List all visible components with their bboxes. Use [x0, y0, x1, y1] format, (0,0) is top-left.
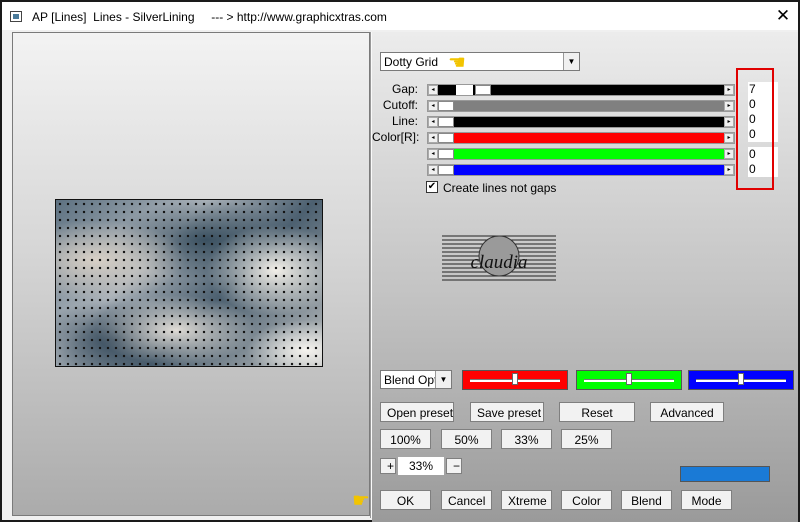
slider-fill [473, 85, 724, 95]
arrow-right-icon[interactable]: ▸ [724, 117, 734, 127]
title-bar[interactable]: AP [Lines] Lines - SilverLining --- > ht… [2, 2, 798, 30]
slider-thumb[interactable] [438, 165, 454, 175]
slider-thumb[interactable] [475, 85, 491, 95]
slider-track[interactable]: ◂ ▸ [427, 148, 735, 160]
mode-button[interactable]: Mode [681, 490, 732, 510]
slider-track[interactable]: ◂ ▸ [427, 132, 735, 144]
zoom-33-button[interactable]: 33% [501, 429, 552, 449]
color-mini-slider[interactable] [576, 370, 682, 390]
slider-thumb[interactable] [438, 149, 454, 159]
pointing-hand-icon: ☛ [352, 490, 370, 512]
slider-thumb[interactable] [512, 373, 518, 385]
dialog-window: AP [Lines] Lines - SilverLining --- > ht… [0, 0, 800, 522]
slider-fill [454, 101, 724, 111]
slider-fill [454, 117, 724, 127]
arrow-left-icon[interactable]: ◂ [428, 117, 438, 127]
window-title: AP [Lines] Lines - SilverLining --- > ht… [32, 10, 387, 24]
ok-button[interactable]: OK [380, 490, 431, 510]
pointing-hand-icon: ☚ [448, 52, 466, 74]
arrow-left-icon[interactable]: ◂ [428, 85, 438, 95]
app-icon [10, 11, 22, 22]
zoom-25-button[interactable]: 25% [561, 429, 612, 449]
slider-fill [454, 149, 724, 159]
open-preset-button[interactable]: Open preset [380, 402, 454, 422]
arrow-right-icon[interactable]: ▸ [724, 85, 734, 95]
controls-panel: Dotty Grid ▼ ☚ Gap: ◂ ▸ 7 Cutoff: ◂ ▸ 0 Line: ◂ ▸ 0… [352, 32, 798, 522]
slider-thumb[interactable] [438, 101, 454, 111]
arrow-left-icon[interactable]: ◂ [428, 149, 438, 159]
zoom-in-button[interactable]: + [380, 458, 396, 474]
zoom-field[interactable]: 33% [398, 457, 444, 475]
slider-label: Gap: [391, 82, 418, 96]
create-lines-label: Create lines not gaps [443, 181, 557, 195]
slider-thumb[interactable] [738, 373, 744, 385]
zoom-50-button[interactable]: 50% [441, 429, 492, 449]
arrow-right-icon[interactable]: ▸ [724, 133, 734, 143]
color-mini-slider[interactable] [462, 370, 568, 390]
blend-select[interactable]: Blend Opti ▼ [380, 370, 452, 389]
arrow-left-icon[interactable]: ◂ [428, 165, 438, 175]
claudia-logo: claudia [442, 235, 556, 281]
close-button[interactable]: ✕ [772, 6, 794, 26]
slider-label: Cutoff: [382, 98, 418, 112]
arrow-right-icon[interactable]: ▸ [724, 165, 734, 175]
logo-text: claudia [471, 252, 528, 273]
preview-image [55, 199, 323, 367]
slider-track[interactable]: ◂ ▸ [427, 84, 735, 96]
arrow-right-icon[interactable]: ▸ [724, 101, 734, 111]
color-swatch[interactable] [680, 466, 770, 482]
slider-label: Color[R]: [372, 130, 420, 144]
value-highlight-frame [736, 68, 774, 190]
blend-button[interactable]: Blend [621, 490, 672, 510]
mode-select-value: Dotty Grid [384, 55, 439, 69]
slider-fill [438, 85, 456, 95]
mode-select[interactable]: Dotty Grid ▼ [380, 52, 580, 71]
blend-select-value: Blend Opti [384, 373, 436, 387]
slider-label: Line: [391, 114, 418, 128]
slider-thumb[interactable] [438, 117, 454, 127]
cancel-button[interactable]: Cancel [441, 490, 492, 510]
create-lines-checkbox[interactable]: ✔ [426, 181, 438, 193]
chevron-down-icon[interactable]: ▼ [435, 371, 451, 388]
arrow-left-icon[interactable]: ◂ [428, 133, 438, 143]
slider-fill [454, 165, 724, 175]
color-mini-slider[interactable] [688, 370, 794, 390]
save-preset-button[interactable]: Save preset [470, 402, 544, 422]
reset-button[interactable]: Reset [559, 402, 635, 422]
slider-track[interactable]: ◂ ▸ [427, 116, 735, 128]
advanced-button[interactable]: Advanced [650, 402, 724, 422]
xtreme-button[interactable]: Xtreme [501, 490, 552, 510]
arrow-left-icon[interactable]: ◂ [428, 101, 438, 111]
arrow-right-icon[interactable]: ▸ [724, 149, 734, 159]
slider-track[interactable]: ◂ ▸ [427, 164, 735, 176]
slider-thumb[interactable] [438, 133, 454, 143]
slider-thumb[interactable] [626, 373, 632, 385]
preview-panel [12, 32, 370, 516]
zoom-out-button[interactable]: − [446, 458, 462, 474]
zoom-100-button[interactable]: 100% [380, 429, 431, 449]
color-button[interactable]: Color [561, 490, 612, 510]
slider-track[interactable]: ◂ ▸ [427, 100, 735, 112]
slider-fill [454, 133, 724, 143]
chevron-down-icon[interactable]: ▼ [563, 53, 579, 70]
